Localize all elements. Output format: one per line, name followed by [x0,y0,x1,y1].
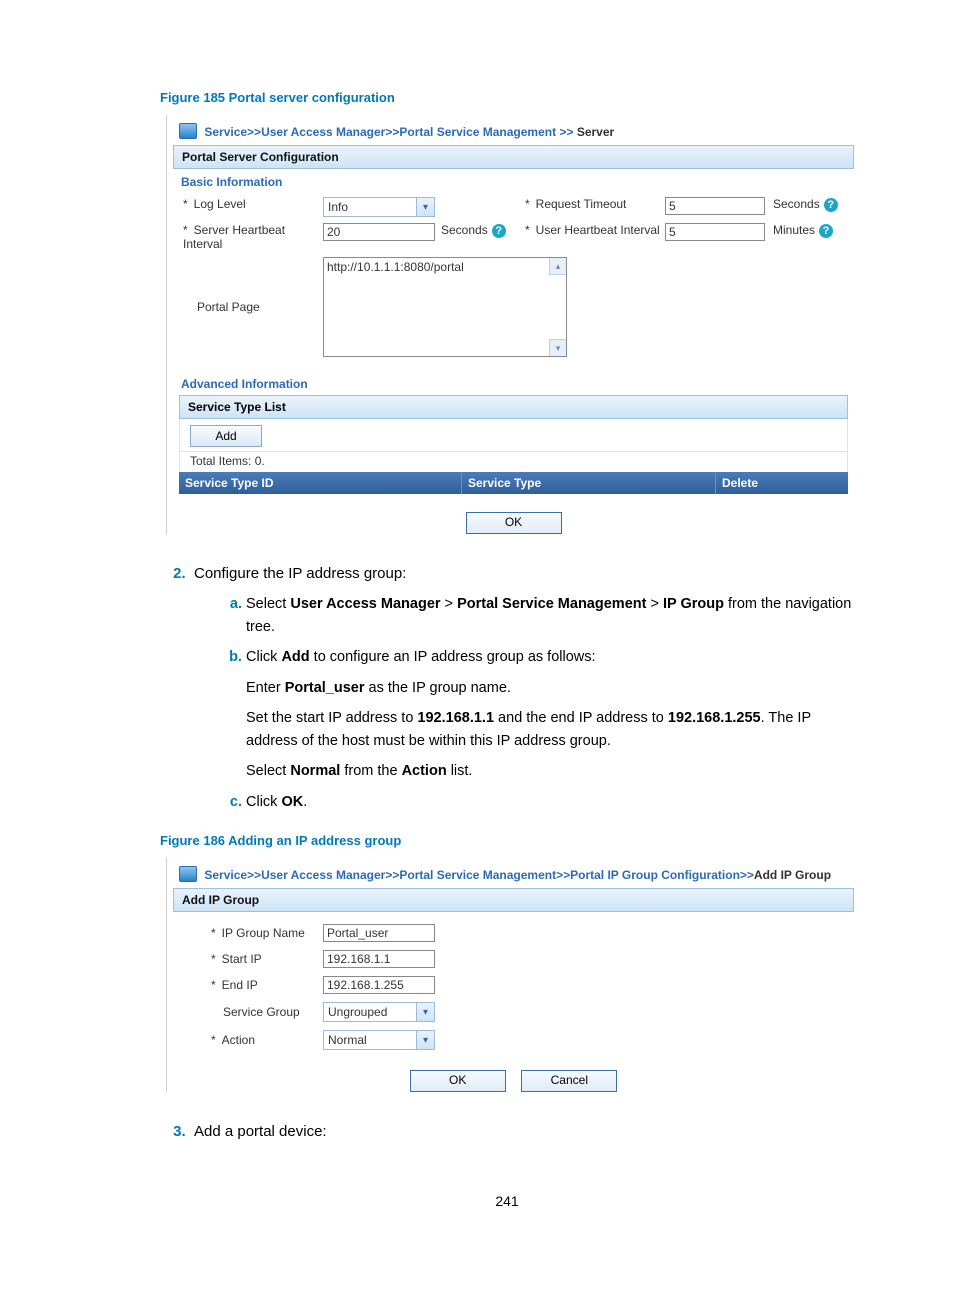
portal-page-textarea[interactable]: http://10.1.1.1:8080/portal ▴ ▾ [323,257,567,357]
ok-button[interactable]: OK [410,1070,506,1092]
request-timeout-label: Request Timeout [536,197,627,211]
table-header: Service Type ID Service Type Delete [179,472,848,494]
total-items-label: Total Items: 0. [180,451,847,472]
crumb-service[interactable]: Service [204,125,247,139]
add-button[interactable]: Add [190,425,262,447]
step-2b: Click Add to configure an IP address gro… [246,646,854,668]
action-value: Normal [328,1033,367,1047]
section-title: Portal Server Configuration [173,145,854,169]
breadcrumb-2: Service>>User Access Manager>>Portal Ser… [173,858,854,888]
step-2a: Select User Access Manager > Portal Serv… [246,593,854,638]
start-ip-label: Start IP [222,952,262,966]
step-3: Add a portal device: [194,1120,854,1143]
seconds-label-2: Seconds [441,223,488,237]
breadcrumb: Service>>User Access Manager>>Portal Ser… [173,115,854,145]
crumb-pigc[interactable]: Portal IP Group Configuration [570,868,740,882]
help-icon[interactable]: ? [492,224,506,238]
chevron-down-icon: ▾ [416,198,434,216]
log-level-label: Log Level [194,197,246,211]
user-heartbeat-input[interactable]: 5 [665,223,765,241]
crumb-uam[interactable]: User Access Manager [261,868,385,882]
action-select[interactable]: Normal ▾ [323,1030,435,1050]
cancel-button[interactable]: Cancel [521,1070,617,1092]
col-delete: Delete [716,472,848,494]
scroll-down-icon[interactable]: ▾ [549,339,566,356]
service-group-select[interactable]: Ungrouped ▾ [323,1002,435,1022]
user-heartbeat-value: 5 [669,225,676,239]
service-group-label: Service Group [223,1005,300,1019]
crumb-psm[interactable]: Portal Service Management [399,125,556,139]
seconds-label: Seconds [773,197,820,211]
ip-group-name-value: Portal_user [327,926,388,940]
log-level-value: Info [328,200,348,214]
crumb-add: Add IP Group [754,868,831,882]
start-ip-input[interactable]: 192.168.1.1 [323,950,435,968]
chevron-down-icon: ▾ [416,1003,434,1021]
server-heartbeat-value: 20 [327,225,340,239]
step-3-text: Add a portal device: [194,1123,327,1140]
figure-186-caption: Figure 186 Adding an IP address group [160,833,854,848]
section-title-2: Add IP Group [173,888,854,912]
end-ip-value: 192.168.1.255 [327,978,404,992]
step-2c: Click OK. [246,791,854,813]
ok-button[interactable]: OK [466,512,562,534]
instruction-list: Configure the IP address group: Select U… [160,562,854,813]
crumb-psm[interactable]: Portal Service Management [399,868,556,882]
server-heartbeat-input[interactable]: 20 [323,223,435,241]
breadcrumb-icon [179,123,197,139]
log-level-select[interactable]: Info ▾ [323,197,435,217]
minutes-label: Minutes [773,223,815,237]
add-ip-group-panel: Service>>User Access Manager>>Portal Ser… [166,858,854,1092]
help-icon[interactable]: ? [824,198,838,212]
start-ip-value: 192.168.1.1 [327,952,390,966]
step-2-p1: Enter Portal_user as the IP group name. [246,677,854,699]
crumb-uam[interactable]: User Access Manager [261,125,385,139]
help-icon[interactable]: ? [819,224,833,238]
crumb-service[interactable]: Service [204,868,247,882]
user-heartbeat-label: User Heartbeat Interval [536,223,660,237]
advanced-info-heading: Advanced Information [173,371,854,395]
request-timeout-value: 5 [669,199,676,213]
service-group-value: Ungrouped [328,1005,387,1019]
service-type-list-title: Service Type List [179,395,848,419]
server-heartbeat-label: Server Heartbeat Interval [183,223,285,251]
breadcrumb-icon [179,866,197,882]
step-2-title: Configure the IP address group: [194,565,406,582]
ip-group-name-input[interactable]: Portal_user [323,924,435,942]
step-2: Configure the IP address group: Select U… [194,562,854,813]
figure-185-caption: Figure 185 Portal server configuration [160,90,854,105]
col-service-type: Service Type [462,472,716,494]
page-number: 241 [160,1193,854,1209]
end-ip-input[interactable]: 192.168.1.255 [323,976,435,994]
chevron-down-icon: ▾ [416,1031,434,1049]
portal-server-config-panel: Service>>User Access Manager>>Portal Ser… [166,115,854,534]
action-label: Action [222,1033,255,1047]
scroll-up-icon[interactable]: ▴ [549,258,566,275]
portal-page-value: http://10.1.1.1:8080/portal [327,260,464,274]
request-timeout-input[interactable]: 5 [665,197,765,215]
end-ip-label: End IP [222,978,258,992]
crumb-server: Server [577,125,614,139]
ip-group-name-label: IP Group Name [222,926,305,940]
step-2-p2: Set the start IP address to 192.168.1.1 … [246,707,854,752]
instruction-list-3: Add a portal device: [160,1120,854,1143]
basic-info-heading: Basic Information [173,169,854,193]
step-2-p3: Select Normal from the Action list. [246,760,854,782]
col-service-type-id: Service Type ID [179,472,462,494]
portal-page-label: Portal Page [197,300,260,314]
